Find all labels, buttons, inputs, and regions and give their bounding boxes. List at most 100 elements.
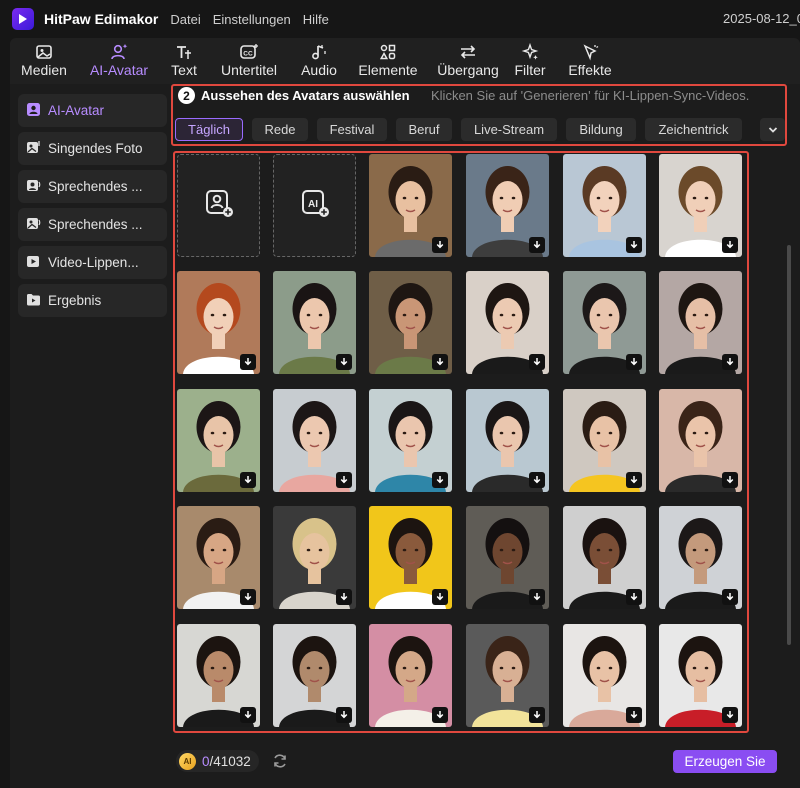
title-bar: HitPaw Edimakor Datei Einstellungen Hilf…	[0, 0, 800, 38]
download-icon[interactable]	[240, 707, 256, 723]
download-icon[interactable]	[432, 589, 448, 605]
section-hint: Klicken Sie auf 'Generieren' für KI-Lipp…	[431, 88, 750, 103]
avatar-thumbnail[interactable]	[659, 624, 742, 727]
sidebar-item-sprechendes-2[interactable]: Sprechendes ...	[18, 208, 167, 241]
category-chip-taeglich[interactable]: Täglich	[175, 118, 243, 141]
avatar-thumbnail[interactable]	[659, 154, 742, 257]
menu-datei[interactable]: Datei	[170, 12, 200, 27]
download-icon[interactable]	[529, 589, 545, 605]
download-icon[interactable]	[529, 354, 545, 370]
download-icon[interactable]	[626, 589, 642, 605]
avatar-thumbnail[interactable]	[177, 389, 260, 492]
tab-effekte[interactable]: Effekte	[552, 38, 628, 84]
category-chip-bildung[interactable]: Bildung	[566, 118, 636, 141]
sidebar-item-video-lippen[interactable]: Video-Lippen...	[18, 246, 167, 279]
singing-photo-icon	[26, 140, 48, 158]
tab-medien[interactable]: Medien	[10, 38, 78, 84]
avatar-thumbnail[interactable]	[369, 271, 452, 374]
avatar-thumbnail[interactable]	[273, 271, 356, 374]
download-icon[interactable]	[529, 707, 545, 723]
avatar-thumbnail[interactable]	[177, 624, 260, 727]
sidebar-item-label: AI-Avatar	[48, 103, 105, 118]
tab-untertitel-label: Untertitel	[220, 62, 278, 78]
download-icon[interactable]	[336, 707, 352, 723]
category-chip-live-stream[interactable]: Live-Stream	[461, 118, 557, 141]
download-icon[interactable]	[240, 472, 256, 488]
app-logo	[12, 8, 34, 30]
avatar-thumbnail[interactable]	[369, 506, 452, 609]
download-icon[interactable]	[336, 354, 352, 370]
download-icon[interactable]	[336, 472, 352, 488]
download-icon[interactable]	[240, 354, 256, 370]
avatar-thumbnail[interactable]	[563, 389, 646, 492]
grid-scrollbar[interactable]	[787, 245, 791, 645]
upload-photo-tile[interactable]	[177, 154, 260, 257]
tab-text[interactable]: Text	[160, 38, 208, 84]
avatar-thumbnail[interactable]	[273, 506, 356, 609]
download-icon[interactable]	[722, 354, 738, 370]
avatar-thumbnail[interactable]	[563, 506, 646, 609]
avatar-thumbnail[interactable]	[466, 506, 549, 609]
avatar-thumbnail[interactable]	[369, 389, 452, 492]
menu-hilfe[interactable]: Hilfe	[303, 12, 329, 27]
category-chip-beruf[interactable]: Beruf	[396, 118, 452, 141]
download-icon[interactable]	[722, 237, 738, 253]
category-chip-rede[interactable]: Rede	[252, 118, 308, 141]
tab-untertitel[interactable]: CC Untertitel	[208, 38, 290, 84]
avatar-thumbnail[interactable]	[273, 389, 356, 492]
download-icon[interactable]	[626, 707, 642, 723]
category-chip-zeichentrick[interactable]: Zeichentrick	[645, 118, 742, 141]
download-icon[interactable]	[529, 472, 545, 488]
result-icon	[26, 292, 48, 310]
download-icon[interactable]	[722, 707, 738, 723]
tab-filter[interactable]: Filter	[508, 38, 552, 84]
sidebar-item-ai-avatar[interactable]: AI-Avatar	[18, 94, 167, 127]
upload-photo-icon	[203, 187, 235, 224]
avatar-thumbnail[interactable]	[466, 154, 549, 257]
download-icon[interactable]	[432, 354, 448, 370]
ai-generate-avatar-tile[interactable]: AI	[273, 154, 356, 257]
download-icon[interactable]	[722, 472, 738, 488]
download-icon[interactable]	[432, 472, 448, 488]
avatar-thumbnail[interactable]	[466, 624, 549, 727]
avatar-thumbnail[interactable]	[369, 624, 452, 727]
download-icon[interactable]	[626, 354, 642, 370]
avatar-thumbnail[interactable]	[563, 624, 646, 727]
avatar-thumbnail[interactable]	[659, 389, 742, 492]
more-categories-button[interactable]	[760, 118, 785, 141]
download-icon[interactable]	[626, 472, 642, 488]
tab-ai-avatar[interactable]: AI-Avatar	[78, 38, 160, 84]
tab-medien-label: Medien	[21, 62, 67, 78]
menu-einstellungen[interactable]: Einstellungen	[213, 12, 291, 27]
avatar-thumbnail[interactable]	[177, 506, 260, 609]
sidebar-item-sprechendes-1[interactable]: Sprechendes ...	[18, 170, 167, 203]
sidebar-item-ergebnis[interactable]: Ergebnis	[18, 284, 167, 317]
category-chip-festival[interactable]: Festival	[317, 118, 387, 141]
download-icon[interactable]	[722, 589, 738, 605]
tab-audio[interactable]: Audio	[290, 38, 348, 84]
refresh-credits-button[interactable]	[271, 752, 289, 775]
download-icon[interactable]	[240, 589, 256, 605]
avatar-thumbnail[interactable]	[659, 506, 742, 609]
avatar-thumbnail[interactable]	[659, 271, 742, 374]
avatar-thumbnail[interactable]	[369, 154, 452, 257]
download-icon[interactable]	[432, 707, 448, 723]
avatar-thumbnail[interactable]	[466, 271, 549, 374]
download-icon[interactable]	[626, 237, 642, 253]
avatar-thumbnail[interactable]	[466, 389, 549, 492]
avatar-thumbnail[interactable]	[563, 271, 646, 374]
tab-audio-label: Audio	[301, 62, 337, 78]
download-icon[interactable]	[336, 589, 352, 605]
avatar-thumbnail[interactable]	[177, 271, 260, 374]
generate-button[interactable]: Erzeugen Sie	[673, 750, 777, 773]
download-icon[interactable]	[432, 237, 448, 253]
talking-photo-icon	[26, 216, 48, 234]
sidebar-item-singendes-foto[interactable]: Singendes Foto	[18, 132, 167, 165]
audio-icon	[310, 42, 328, 62]
avatar-thumbnail[interactable]	[563, 154, 646, 257]
download-icon[interactable]	[529, 237, 545, 253]
tab-elemente[interactable]: Elemente	[348, 38, 428, 84]
avatar-thumbnail[interactable]	[273, 624, 356, 727]
tab-ai-avatar-label: AI-Avatar	[89, 62, 149, 78]
tab-uebergang[interactable]: Übergang	[428, 38, 508, 84]
